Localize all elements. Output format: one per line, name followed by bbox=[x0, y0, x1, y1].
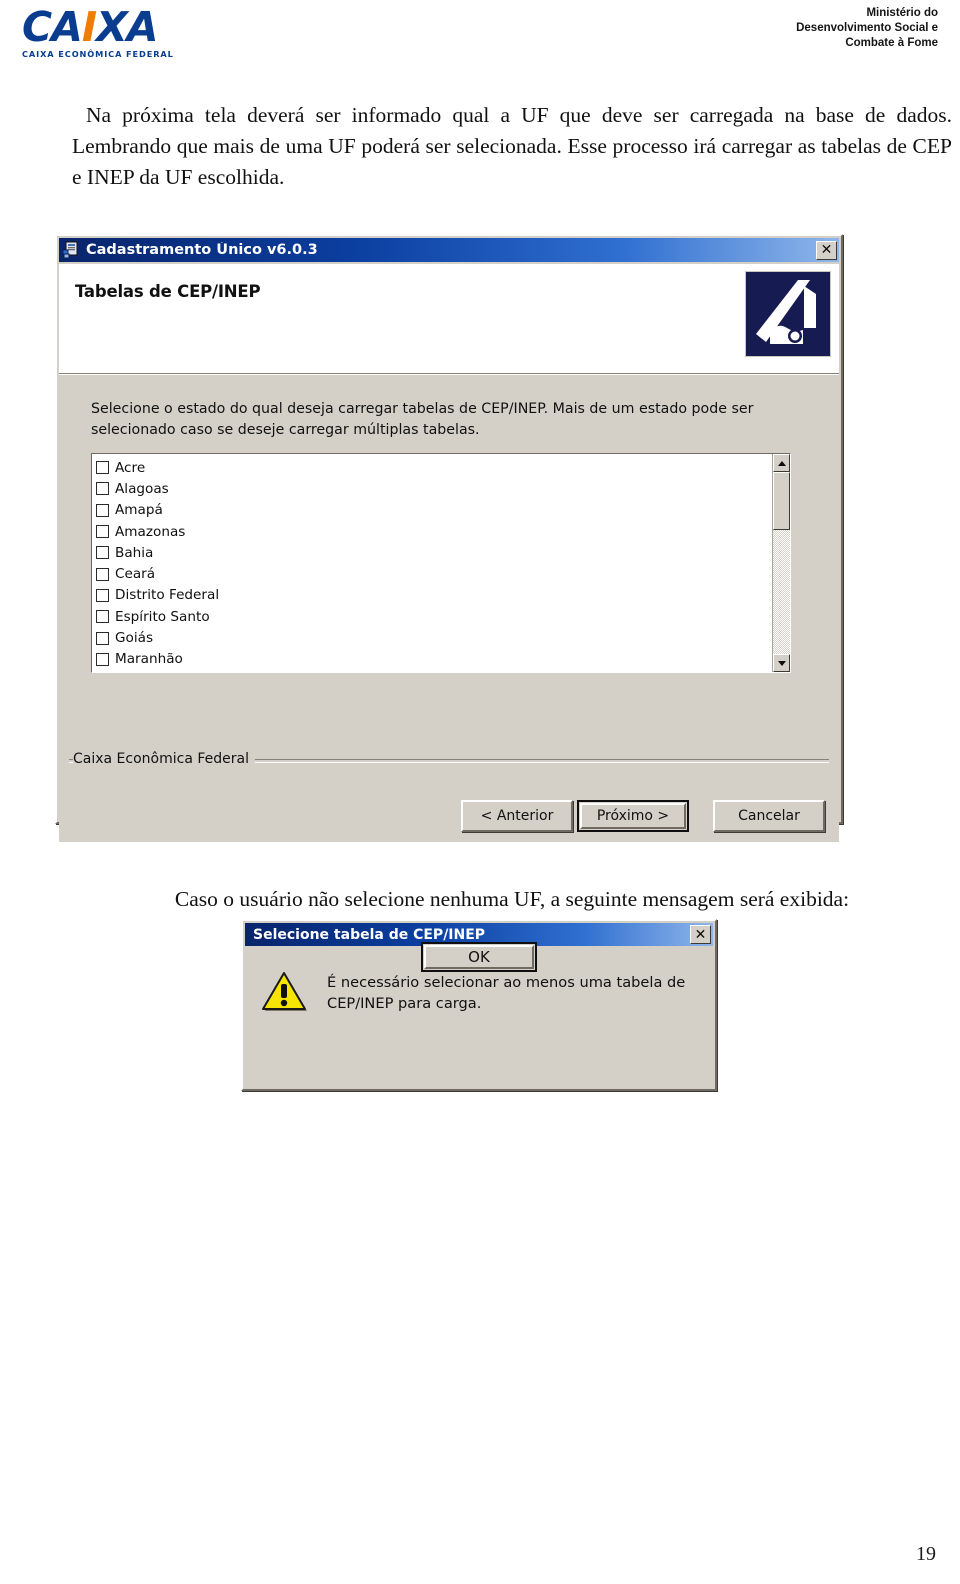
next-button[interactable]: Próximo > bbox=[577, 800, 689, 832]
checkbox-icon[interactable] bbox=[96, 482, 109, 496]
msgbox-body: É necessário selecionar ao menos uma tab… bbox=[245, 942, 713, 1083]
intro-paragraph: Na próxima tela deverá ser informado qua… bbox=[72, 100, 952, 193]
scrollbar-track[interactable] bbox=[773, 472, 790, 654]
list-item-label: Amapá bbox=[115, 502, 163, 519]
list-item[interactable]: Maranhão bbox=[96, 649, 772, 670]
checkbox-icon[interactable] bbox=[96, 546, 109, 560]
ministry-line-3: Combate à Fome bbox=[845, 37, 938, 49]
caixa-wordmark-part-1: CA bbox=[22, 3, 83, 51]
wizard-body: Selecione o estado do qual deseja carreg… bbox=[59, 374, 839, 741]
msgbox-message: É necessário selecionar ao menos uma tab… bbox=[327, 974, 686, 1012]
page-number: 19 bbox=[916, 1543, 936, 1565]
ministry-line-2: Desenvolvimento Social e bbox=[796, 22, 938, 34]
wizard-banner-title: Tabelas de CEP/INEP bbox=[75, 282, 261, 301]
cadunico-brand-icon bbox=[745, 271, 831, 357]
ok-button[interactable]: OK bbox=[421, 942, 537, 972]
back-button[interactable]: < Anterior bbox=[461, 800, 573, 832]
list-item-label: Bahia bbox=[115, 544, 154, 561]
msgbox-title: Selecione tabela de CEP/INEP bbox=[253, 926, 486, 943]
wizard-footer: Caixa Econômica Federal < Anterior Próxi… bbox=[59, 741, 839, 842]
cancel-button-label: Cancelar bbox=[738, 808, 800, 824]
scroll-down-icon[interactable] bbox=[773, 654, 790, 672]
wizard-button-bar: < Anterior Próximo > Cancelar bbox=[461, 800, 825, 832]
next-button-label: Próximo > bbox=[596, 808, 670, 824]
ok-button-label: OK bbox=[468, 948, 490, 966]
list-item[interactable]: Amazonas bbox=[96, 521, 772, 542]
close-icon[interactable]: ✕ bbox=[816, 240, 837, 260]
list-item-label: Ceará bbox=[115, 566, 156, 583]
list-item[interactable]: Ceará bbox=[96, 563, 772, 584]
footer-brand-label: Caixa Econômica Federal bbox=[73, 751, 255, 767]
back-button-label: < Anterior bbox=[480, 808, 554, 824]
states-list: Acre Alagoas Amapá Amazonas Bahia Ceará Distri… bbox=[92, 454, 772, 672]
states-listbox[interactable]: Acre Alagoas Amapá Amazonas Bahia Ceará Distri… bbox=[91, 453, 791, 673]
list-item[interactable]: Amapá bbox=[96, 500, 772, 521]
list-item-label: Alagoas bbox=[115, 480, 169, 497]
caixa-wordmark: CAIXA bbox=[22, 6, 192, 48]
warning-message-box: Selecione tabela de CEP/INEP ✕ É necessá… bbox=[241, 919, 717, 1091]
caixa-logo: CAIXA CAIXA ECONÔMICA FEDERAL bbox=[22, 6, 192, 64]
wizard-title: Cadastramento Único v6.0.3 bbox=[86, 242, 318, 258]
list-item[interactable]: Distrito Federal bbox=[96, 585, 772, 606]
list-item[interactable]: Alagoas bbox=[96, 478, 772, 499]
application-icon bbox=[62, 241, 81, 259]
checkbox-icon[interactable] bbox=[96, 503, 109, 517]
intro-paragraph-text: Na próxima tela deverá ser informado qua… bbox=[72, 102, 952, 189]
checkbox-icon[interactable] bbox=[96, 631, 109, 645]
list-item-label: Distrito Federal bbox=[115, 587, 220, 604]
list-item[interactable]: Acre bbox=[96, 457, 772, 478]
checkbox-icon[interactable] bbox=[96, 567, 109, 581]
listbox-scrollbar[interactable] bbox=[772, 454, 790, 672]
caixa-wordmark-part-2: XA bbox=[96, 3, 158, 51]
scrollbar-thumb[interactable] bbox=[773, 472, 790, 530]
warning-triangle-icon bbox=[261, 970, 307, 1012]
checkbox-icon[interactable] bbox=[96, 652, 109, 666]
list-item-label: Amazonas bbox=[115, 523, 186, 540]
list-item-label: Goiás bbox=[115, 630, 154, 647]
msgbox-close-icon[interactable]: ✕ bbox=[690, 925, 711, 944]
list-item-label: Acre bbox=[115, 459, 146, 476]
scroll-up-icon[interactable] bbox=[773, 454, 790, 472]
checkbox-icon[interactable] bbox=[96, 525, 109, 539]
list-item-label: Maranhão bbox=[115, 651, 183, 668]
list-item[interactable]: Espírito Santo bbox=[96, 606, 772, 627]
cancel-button[interactable]: Cancelar bbox=[713, 800, 825, 832]
caption-paragraph: Caso o usuário não selecione nenhuma UF,… bbox=[174, 886, 850, 911]
wizard-instructions: Selecione o estado do qual deseja carreg… bbox=[91, 401, 754, 438]
checkbox-icon[interactable] bbox=[96, 610, 109, 624]
ministry-header: Ministério do Desenvolvimento Social e C… bbox=[678, 6, 938, 51]
list-item[interactable]: Goiás bbox=[96, 627, 772, 648]
checkbox-icon[interactable] bbox=[96, 461, 109, 475]
list-item-label: Espírito Santo bbox=[115, 608, 210, 625]
page-header: CAIXA CAIXA ECONÔMICA FEDERAL Ministério… bbox=[0, 0, 960, 76]
wizard-dialog: Cadastramento Único v6.0.3 ✕ Tabelas de … bbox=[55, 234, 843, 842]
checkbox-icon[interactable] bbox=[96, 588, 109, 602]
wizard-titlebar[interactable]: Cadastramento Único v6.0.3 ✕ bbox=[59, 238, 839, 262]
ministry-line-1: Ministério do bbox=[866, 7, 938, 19]
wizard-banner: Tabelas de CEP/INEP bbox=[59, 264, 839, 374]
caixa-wordmark-accent: I bbox=[81, 3, 97, 51]
list-item[interactable]: Bahia bbox=[96, 542, 772, 563]
